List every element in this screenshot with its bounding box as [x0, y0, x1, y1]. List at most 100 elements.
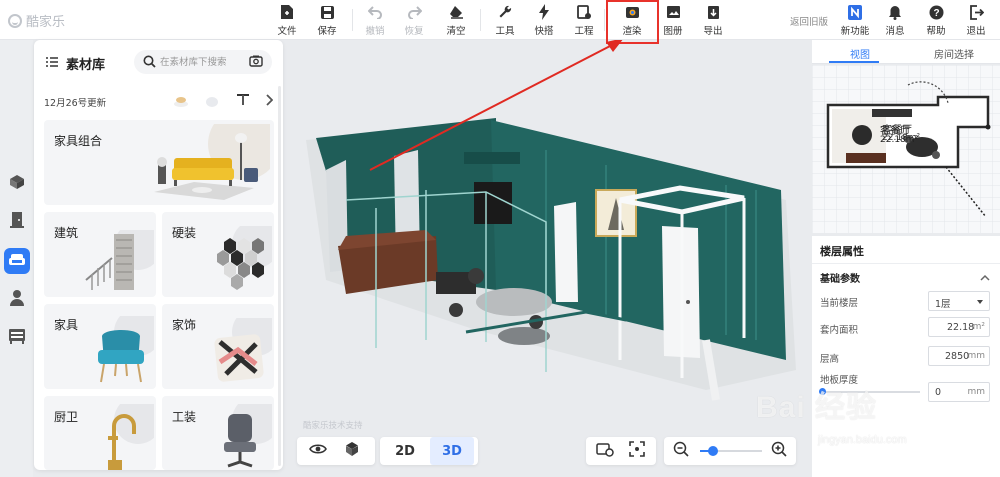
- furniture-thumbnail: [98, 316, 154, 383]
- library-search-box[interactable]: [134, 50, 272, 74]
- category-hard-decor[interactable]: 硬装: [162, 212, 274, 297]
- category-label: 厨卫: [54, 410, 79, 424]
- list-icon[interactable]: [46, 56, 58, 70]
- export-label: 导出: [703, 26, 723, 37]
- clear-label: 清空: [446, 26, 466, 37]
- area-label: 套内面积: [820, 325, 859, 336]
- help-button[interactable]: ? 帮助: [917, 4, 955, 38]
- cube-view-icon: [344, 441, 360, 461]
- new-feature-button[interactable]: 新功能: [836, 4, 874, 38]
- zoom-out-button[interactable]: [668, 437, 694, 465]
- 3d-viewport[interactable]: [286, 40, 812, 477]
- camera-settings-icon: [596, 441, 614, 461]
- height-label: 层高: [820, 354, 840, 365]
- material-view-toggle[interactable]: [337, 437, 367, 465]
- baidu-watermark: Bai 经验: [756, 391, 878, 424]
- undo-button[interactable]: 撤销: [356, 4, 394, 38]
- wrench-icon: [497, 4, 513, 20]
- tab-view[interactable]: 视图: [850, 46, 870, 61]
- category-home-decor[interactable]: 家饰: [162, 304, 274, 389]
- furniture-set-thumbnail: [154, 124, 270, 200]
- baidu-watermark-url: jingyan.baidu.com: [818, 434, 907, 446]
- category-building[interactable]: 建筑: [44, 212, 156, 297]
- render-highlight-box: [606, 0, 659, 44]
- zoom-in-button[interactable]: [766, 437, 792, 465]
- update-row[interactable]: 12月26号更新: [34, 90, 283, 112]
- project-button[interactable]: 工程: [565, 4, 603, 38]
- properties-title: 楼层属性: [820, 245, 864, 258]
- library-scrollbar[interactable]: [278, 86, 281, 466]
- category-label: 家具组合: [54, 134, 103, 148]
- undo-icon: [367, 4, 383, 20]
- quick-build-button[interactable]: 快搭: [525, 4, 563, 38]
- undo-label: 撤销: [365, 26, 385, 37]
- help-label: 帮助: [926, 26, 946, 37]
- area-field[interactable]: 22.18 m²: [928, 317, 990, 337]
- library-title: 素材库: [66, 58, 106, 73]
- category-kitchen-bath[interactable]: 厨卫: [44, 396, 156, 470]
- home-decor-thumbnail: [214, 318, 272, 382]
- visibility-controls: [297, 437, 375, 465]
- exit-button[interactable]: 退出: [957, 4, 995, 38]
- rail-door-button[interactable]: [4, 208, 30, 234]
- rail-3d-model-button[interactable]: [4, 170, 30, 196]
- person-icon: [9, 289, 25, 310]
- export-icon: [705, 4, 721, 20]
- rail-cabinet-button[interactable]: [4, 324, 30, 350]
- category-furniture-set[interactable]: 家具组合: [44, 120, 274, 205]
- door-icon: [9, 211, 25, 232]
- file-icon: [279, 4, 295, 20]
- height-field[interactable]: 2850 mm: [928, 346, 990, 366]
- category-label: 家饰: [172, 318, 197, 332]
- view-mode-switch: 2D 3D: [380, 437, 478, 465]
- export-button[interactable]: 导出: [694, 4, 732, 38]
- bell-icon: [887, 4, 903, 20]
- floor-plan-minimap[interactable]: 客餐厅 22.18m²: [812, 65, 1000, 233]
- tab-room-select[interactable]: 房间选择: [934, 46, 974, 61]
- help-icon: ?: [928, 4, 944, 20]
- sofa-icon: [8, 252, 26, 271]
- redo-button[interactable]: 恢复: [395, 4, 433, 38]
- update-thumb-lamp: [174, 97, 188, 107]
- floor-thickness-field[interactable]: 0 mm: [928, 382, 990, 402]
- zoom-slider-knob[interactable]: [708, 446, 718, 456]
- app-logo[interactable]: 酷家乐: [8, 11, 65, 30]
- screenshot-settings-button[interactable]: [590, 437, 620, 465]
- image-search-camera-icon[interactable]: [249, 55, 263, 70]
- logo-icon: [8, 13, 22, 28]
- visibility-toggle[interactable]: [303, 437, 333, 465]
- clear-button[interactable]: 清空: [437, 4, 475, 38]
- chevron-up-icon[interactable]: [980, 270, 990, 284]
- floor-select[interactable]: 1层: [928, 291, 990, 311]
- rail-sofa-button[interactable]: [4, 248, 30, 274]
- album-label: 图册: [663, 26, 683, 37]
- quick-build-label: 快搭: [534, 26, 554, 37]
- top-toolbar: 酷家乐 文件 保存 撤销 恢复 清空 工具 快搭 工程 渲染 图册 导出 返回旧…: [0, 0, 1000, 40]
- old-version-link[interactable]: 返回旧版: [790, 14, 828, 28]
- focus-frame-icon: [629, 441, 645, 461]
- file-button[interactable]: 文件: [268, 4, 306, 38]
- area-value: 22.18: [947, 322, 975, 333]
- lightning-icon: [536, 4, 552, 20]
- rail-person-button[interactable]: [4, 286, 30, 312]
- view-2d-button[interactable]: 2D: [384, 437, 426, 465]
- section-title: 基础参数: [820, 274, 860, 285]
- capture-controls: [586, 437, 656, 465]
- cabinet-icon: [8, 328, 26, 347]
- category-furniture[interactable]: 家具: [44, 304, 156, 389]
- chevron-right-icon[interactable]: [265, 94, 274, 109]
- save-icon: [319, 4, 335, 20]
- view-3d-button[interactable]: 3D: [430, 437, 474, 465]
- new-feature-icon: [847, 4, 863, 20]
- focus-button[interactable]: [622, 437, 652, 465]
- messages-button[interactable]: 消息: [876, 4, 914, 38]
- tools-button[interactable]: 工具: [486, 4, 524, 38]
- album-button[interactable]: 图册: [654, 4, 692, 38]
- building-thumbnail: [85, 230, 154, 290]
- viewport-watermark: 酷家乐技术支持: [303, 421, 363, 431]
- album-icon: [665, 4, 681, 20]
- update-text: 12月26号更新: [44, 98, 107, 109]
- save-button[interactable]: 保存: [308, 4, 346, 38]
- category-commercial[interactable]: 工装: [162, 396, 274, 470]
- library-search-input[interactable]: [160, 53, 246, 71]
